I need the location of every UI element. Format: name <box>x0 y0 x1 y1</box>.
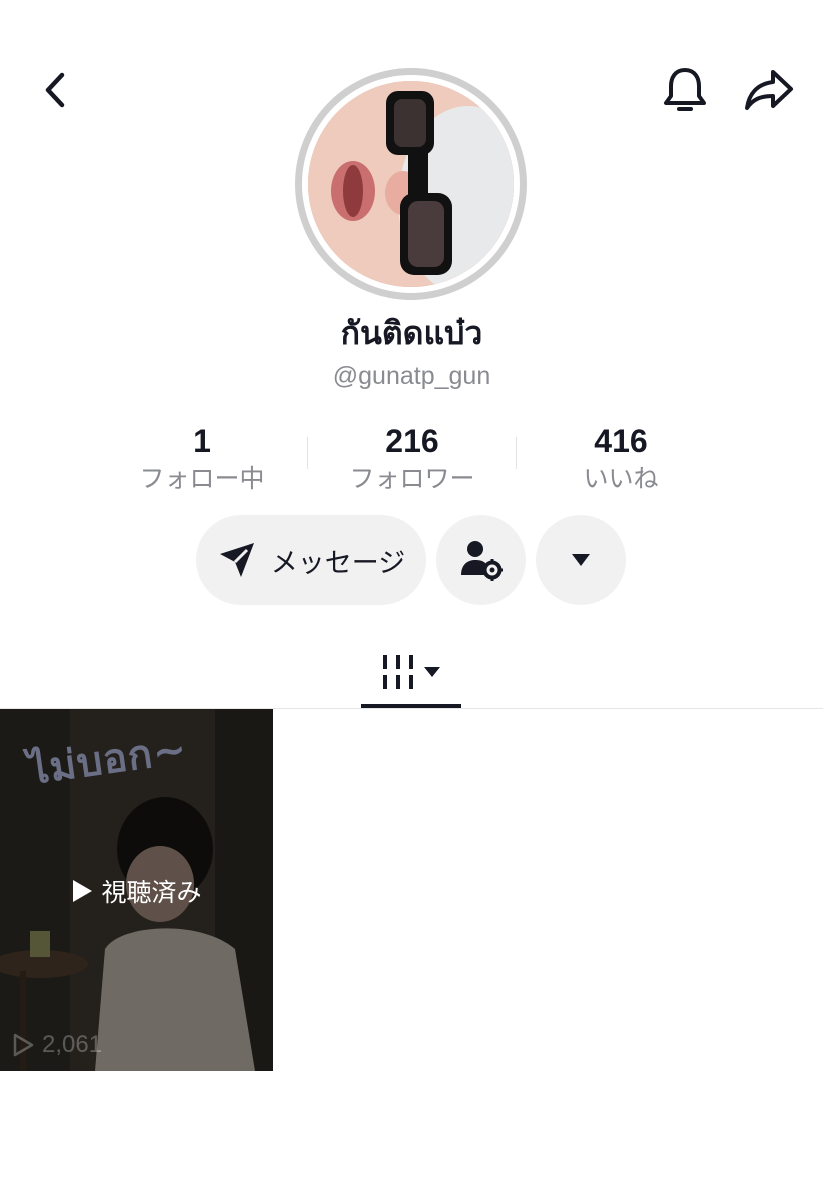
followers-label: フォロワー <box>349 465 475 493</box>
user-settings-icon <box>461 541 503 581</box>
following-count: 1 <box>193 423 211 459</box>
send-icon <box>219 543 254 577</box>
watched-badge: 視聴済み <box>0 873 273 909</box>
friend-settings-button[interactable] <box>436 515 526 605</box>
notifications-button[interactable] <box>655 60 715 120</box>
play-icon <box>73 880 93 902</box>
share-button[interactable] <box>738 60 800 120</box>
avatar-image <box>308 81 514 287</box>
tab-videos[interactable] <box>361 640 461 704</box>
avatar <box>308 81 514 287</box>
video-thumbnail[interactable]: ไม่บอก~ 視聴済み 2,061 <box>0 709 273 1071</box>
followers-count: 216 <box>385 423 439 459</box>
username[interactable]: @gunatp_gun <box>0 362 823 391</box>
avatar-story-ring[interactable] <box>295 68 527 300</box>
caret-down-icon <box>572 554 590 566</box>
stat-divider <box>516 437 517 469</box>
chevron-left-icon <box>45 72 65 108</box>
likes-label: いいね <box>583 465 659 493</box>
following-label: フォロー中 <box>139 465 265 493</box>
stat-divider <box>307 437 308 469</box>
message-button-label: メッセージ <box>270 547 406 578</box>
stat-likes[interactable]: 416 いいね <box>521 422 721 496</box>
stat-followers[interactable]: 216 フォロワー <box>312 422 512 496</box>
bell-icon <box>664 68 706 111</box>
view-count: 2,061 <box>12 1031 102 1059</box>
view-count-value: 2,061 <box>42 1031 103 1058</box>
play-outline-icon <box>13 1033 34 1057</box>
caret-down-icon <box>424 667 440 677</box>
display-name: กันติดแบ๋ว <box>340 315 483 351</box>
stat-following[interactable]: 1 フォロー中 <box>102 422 302 496</box>
back-button[interactable] <box>30 62 80 118</box>
more-options-button[interactable] <box>536 515 626 605</box>
message-button[interactable]: メッセージ <box>196 515 426 605</box>
likes-count: 416 <box>594 423 648 459</box>
watched-label: 視聴済み <box>101 879 202 907</box>
grid-icon <box>383 655 413 689</box>
share-arrow-icon <box>745 70 793 110</box>
